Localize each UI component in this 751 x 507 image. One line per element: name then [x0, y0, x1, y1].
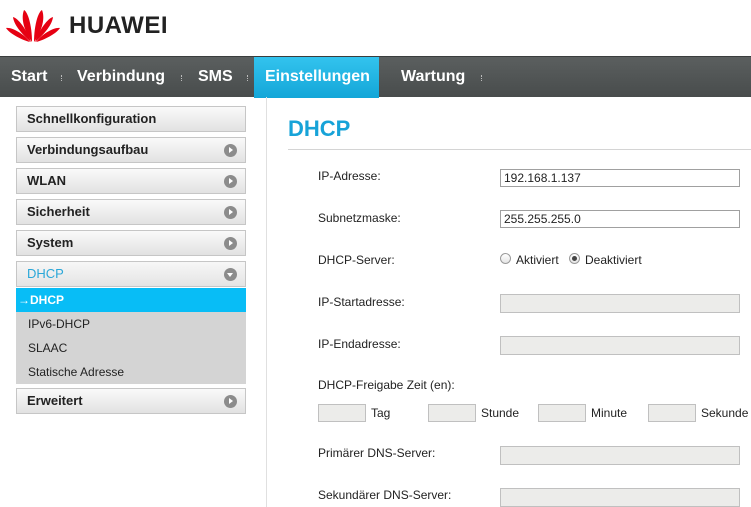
nav-separator — [181, 75, 183, 81]
dhcp-submenu: →DHCP IPv6-DHCP SLAAC Statische Adresse — [16, 288, 246, 384]
content-divider — [266, 97, 267, 507]
lease-seconds-unit: Sekunde — [701, 406, 749, 420]
submenu-item-slaac[interactable]: SLAAC — [16, 336, 246, 360]
lease-hours-input[interactable] — [428, 404, 476, 422]
nav-tab-einstellungen[interactable]: Einstellungen — [254, 57, 379, 98]
dhcp-server-label: DHCP-Server: — [318, 253, 395, 267]
sidebar-item-system[interactable]: System — [16, 230, 246, 256]
nav-tab-start[interactable]: Start — [0, 57, 58, 98]
sidebar-item-dhcp[interactable]: DHCP — [16, 261, 246, 287]
sidebar-item-label: Sicherheit — [27, 204, 90, 219]
secondary-dns-label: Sekundärer DNS-Server: — [318, 488, 452, 502]
nav-separator — [247, 75, 249, 81]
sidebar-item-label: WLAN — [27, 173, 66, 188]
brand-name: HUAWEI — [69, 12, 168, 39]
sidebar-item-label: Verbindungsaufbau — [27, 142, 149, 157]
sidebar-item-verbindungsaufbau[interactable]: Verbindungsaufbau — [16, 137, 246, 163]
lease-days-input[interactable] — [318, 404, 366, 422]
sidebar-item-label: Erweitert — [27, 393, 83, 408]
submenu-item-ipv6-dhcp[interactable]: IPv6-DHCP — [16, 312, 246, 336]
lease-seconds-input[interactable] — [648, 404, 696, 422]
nav-tab-wartung[interactable]: Wartung — [390, 57, 476, 98]
chevron-down-icon — [224, 268, 237, 281]
main-navigation: Start Verbindung SMS Einstellungen Wartu… — [0, 56, 751, 98]
dhcp-server-disabled-label: Deaktiviert — [585, 253, 642, 267]
chevron-right-icon — [224, 206, 237, 219]
nav-tab-sms[interactable]: SMS — [187, 57, 244, 98]
start-address-label: IP-Startadresse: — [318, 295, 405, 309]
nav-tab-verbindung[interactable]: Verbindung — [66, 57, 176, 98]
end-address-label: IP-Endadresse: — [318, 337, 401, 351]
title-divider — [288, 149, 751, 150]
subnet-mask-label: Subnetzmaske: — [318, 211, 401, 225]
lease-minutes-unit: Minute — [591, 406, 628, 420]
ip-address-input[interactable]: 192.168.1.137 — [500, 169, 740, 187]
start-address-input[interactable] — [500, 294, 740, 313]
end-address-input[interactable] — [500, 336, 740, 355]
lease-days-unit: Tag — [371, 406, 391, 420]
chevron-right-icon — [224, 395, 237, 408]
lease-minutes-input[interactable] — [538, 404, 586, 422]
chevron-right-icon — [224, 175, 237, 188]
ip-address-label: IP-Adresse: — [318, 169, 381, 183]
sidebar-item-label: System — [27, 235, 74, 250]
sidebar-item-sicherheit[interactable]: Sicherheit — [16, 199, 246, 225]
chevron-right-icon — [224, 237, 237, 250]
nav-separator — [61, 75, 63, 81]
primary-dns-input[interactable] — [500, 446, 740, 465]
page-title: DHCP — [288, 116, 351, 141]
header: HUAWEI — [0, 0, 751, 56]
sidebar-item-erweitert[interactable]: Erweitert — [16, 388, 246, 414]
chevron-right-icon — [224, 144, 237, 157]
subnet-mask-input[interactable]: 255.255.255.0 — [500, 210, 740, 228]
secondary-dns-input[interactable] — [500, 488, 740, 507]
lease-hours-unit: Stunde — [481, 406, 520, 420]
primary-dns-label: Primärer DNS-Server: — [318, 446, 436, 460]
submenu-item-statische-adresse[interactable]: Statische Adresse — [16, 360, 246, 384]
sidebar-item-label: DHCP — [27, 266, 64, 281]
submenu-item-dhcp[interactable]: →DHCP — [16, 288, 246, 312]
nav-separator — [481, 75, 483, 81]
huawei-petal-logo-icon — [6, 10, 60, 42]
sidebar-item-label: Schnellkonfiguration — [27, 111, 157, 126]
sidebar-item-schnellkonfiguration[interactable]: Schnellkonfiguration — [16, 106, 246, 132]
dhcp-server-enabled-radio[interactable] — [500, 253, 511, 264]
dhcp-server-enabled-label: Aktiviert — [516, 253, 559, 267]
sidebar-item-wlan[interactable]: WLAN — [16, 168, 246, 194]
lease-time-label: DHCP-Freigabe Zeit (en): — [318, 378, 455, 392]
dhcp-server-disabled-radio[interactable] — [569, 253, 580, 264]
